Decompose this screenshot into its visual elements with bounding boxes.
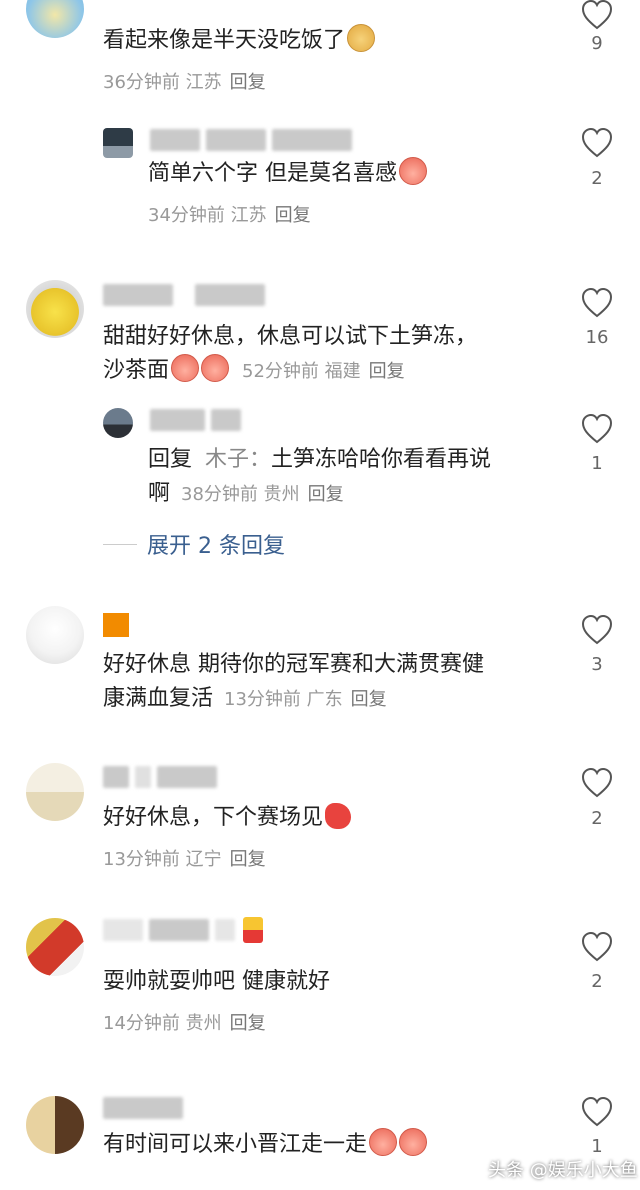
reply-to-name[interactable]: 木子： — [205, 447, 271, 472]
dog-emoji-icon — [347, 24, 376, 52]
comment-text: 好好休息 期待你的冠军赛和大满贯赛健 — [103, 652, 484, 677]
comment-text: 沙茶面 52分钟前 福建 回复 — [103, 354, 405, 389]
comment-text: 康满血复活 13分钟前 广东 回复 — [103, 686, 387, 711]
reply-button[interactable]: 回复 — [369, 361, 405, 382]
reply-button[interactable]: 回复 — [230, 849, 266, 870]
heart-outline-icon[interactable] — [581, 0, 613, 30]
reply-button[interactable]: 回复 — [308, 484, 344, 505]
author-name-blurred[interactable] — [103, 765, 217, 789]
heart-outline-icon[interactable] — [581, 128, 613, 158]
avatar[interactable] — [26, 763, 84, 821]
comment-text: 甜甜好好休息，休息可以试下土笋冻， — [103, 324, 478, 349]
avatar[interactable] — [103, 128, 133, 158]
avatar[interactable] — [103, 408, 133, 438]
like-count: 2 — [591, 971, 603, 992]
expand-replies-line — [103, 544, 137, 545]
author-name-blurred[interactable] — [150, 128, 352, 152]
comment-meta: 14分钟前 贵州 回复 — [103, 1013, 266, 1034]
comment-text: 好好休息，下个赛场见 — [103, 801, 352, 835]
muscle-emoji-icon — [325, 803, 352, 829]
like-count: 1 — [591, 1136, 603, 1157]
comment-text: 耍帅就耍帅吧 健康就好 — [103, 969, 330, 994]
reply-button[interactable]: 回复 — [230, 1013, 266, 1034]
reply-text: 简单六个字 但是莫名喜感 — [148, 157, 427, 191]
author-name-blurred[interactable] — [103, 917, 263, 943]
watermark: 头条 @娱乐小大鱼 — [488, 1160, 638, 1181]
author-name-blurred[interactable] — [150, 408, 241, 432]
fries-emoji-icon — [243, 917, 263, 943]
avatar[interactable] — [26, 280, 84, 338]
reply-button[interactable]: 回复 — [351, 689, 387, 710]
author-name-blurred[interactable] — [103, 1096, 183, 1120]
heart-outline-icon[interactable] — [581, 414, 613, 444]
expand-replies-button[interactable]: 展开 2 条回复 — [147, 528, 285, 560]
avatar[interactable] — [26, 606, 84, 664]
like-count: 1 — [591, 453, 603, 474]
avatar[interactable] — [26, 0, 84, 38]
author-name-blurred[interactable] — [103, 283, 265, 307]
avatar[interactable] — [26, 918, 84, 976]
reply-text: 啊 38分钟前 贵州 回复 — [148, 481, 344, 506]
comment-text: 有时间可以来小晋江走一走 — [103, 1128, 428, 1162]
comment-meta: 13分钟前 辽宁 回复 — [103, 849, 266, 870]
author-name-blurred[interactable] — [103, 613, 129, 637]
peach-emoji-icon — [369, 1128, 398, 1156]
comment-text: 看起来像是半天没吃饭了 — [103, 24, 376, 58]
crying-peach-emoji-icon — [399, 157, 427, 185]
peach-emoji-icon — [171, 354, 200, 382]
heart-outline-icon[interactable] — [581, 768, 613, 798]
reply-button[interactable]: 回复 — [275, 205, 311, 226]
peach-emoji-icon — [399, 1128, 428, 1156]
like-count: 2 — [591, 168, 603, 189]
peach-emoji-icon — [201, 354, 230, 382]
like-count: 16 — [585, 327, 609, 348]
heart-outline-icon[interactable] — [581, 1097, 613, 1127]
heart-outline-icon[interactable] — [581, 932, 613, 962]
comment-meta: 36分钟前 江苏 回复 — [103, 72, 266, 93]
like-count: 9 — [591, 33, 603, 54]
heart-outline-icon[interactable] — [581, 288, 613, 318]
avatar[interactable] — [26, 1096, 84, 1154]
reply-meta: 34分钟前 江苏 回复 — [148, 205, 311, 226]
heart-outline-icon[interactable] — [581, 615, 613, 645]
like-count: 2 — [591, 808, 603, 829]
reply-button[interactable]: 回复 — [230, 72, 266, 93]
reply-text: 回复 木子：土笋冻哈哈你看看再说 — [148, 447, 492, 472]
like-count: 3 — [591, 654, 603, 675]
